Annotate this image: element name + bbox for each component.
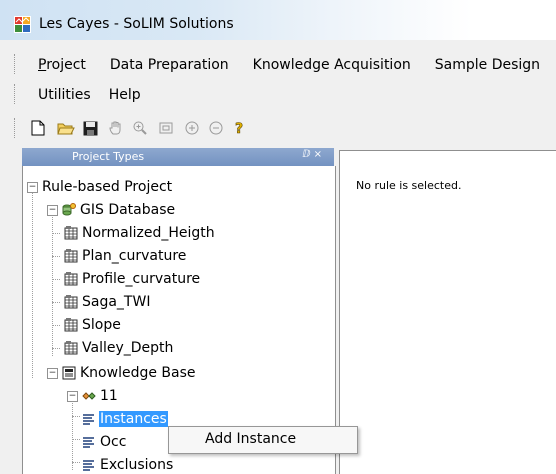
tree-node-label: Valley_Depth bbox=[82, 340, 174, 356]
tree-node-knowledge-base[interactable]: − Knowledge Base bbox=[47, 362, 197, 384]
tree-node-label: Profile_curvature bbox=[82, 271, 201, 287]
toolbar-grip[interactable] bbox=[14, 118, 18, 138]
tree-node-label: Saga_TWI bbox=[82, 294, 151, 310]
tree-line bbox=[72, 439, 80, 440]
add-instance-menu-item[interactable]: Add Instance bbox=[205, 431, 296, 447]
tree-line bbox=[52, 325, 60, 326]
project-types-header[interactable]: Project Types ⅅ × bbox=[22, 148, 334, 166]
tree-node-occurrences[interactable]: Occ bbox=[81, 431, 127, 453]
collapse-toggle-icon[interactable]: − bbox=[47, 204, 58, 216]
project-types-title: Project Types bbox=[72, 150, 145, 163]
raster-layer-icon bbox=[64, 341, 78, 355]
tree-line bbox=[72, 398, 73, 470]
tree-node-label: Occ bbox=[100, 434, 127, 450]
tree-node-layer[interactable]: Slope bbox=[63, 314, 122, 336]
menu-knowledge-acquisition[interactable]: Knowledge Acquisition bbox=[237, 54, 419, 78]
tree-node-label: GIS Database bbox=[80, 202, 176, 218]
tree-node-label: Plan_curvature bbox=[82, 248, 187, 264]
tree-node-layer[interactable]: Profile_curvature bbox=[63, 268, 201, 290]
full-extent-icon[interactable] bbox=[156, 118, 176, 138]
collapse-toggle-icon[interactable]: − bbox=[27, 181, 38, 193]
panel-pin-close-icon[interactable]: ⅅ × bbox=[302, 149, 322, 160]
menu-project-label-rest: roject bbox=[46, 57, 86, 73]
raster-layer-icon bbox=[64, 272, 78, 286]
list-icon bbox=[83, 437, 94, 448]
tree-node-label: 11 bbox=[100, 388, 118, 404]
tree-line bbox=[72, 462, 80, 463]
menu-project-mnemonic: P bbox=[38, 57, 47, 73]
tree-node-instances[interactable]: Instances bbox=[81, 408, 168, 430]
open-folder-icon[interactable] bbox=[56, 118, 76, 138]
menu-sample-design[interactable]: Sample Design bbox=[419, 54, 548, 78]
raster-layer-icon bbox=[64, 249, 78, 263]
menu-row-2: Utilities Help bbox=[22, 84, 149, 108]
tree-node-exclusions[interactable]: Exclusions bbox=[81, 454, 174, 474]
menu-row-1: Project Data Preparation Knowledge Acqui… bbox=[22, 54, 548, 78]
collapse-toggle-icon[interactable]: − bbox=[47, 367, 58, 379]
zoom-out-icon[interactable] bbox=[206, 118, 226, 138]
tree-line bbox=[52, 348, 60, 349]
svg-text:?: ? bbox=[235, 121, 243, 136]
tree-line bbox=[52, 279, 60, 280]
tree-line bbox=[52, 302, 60, 303]
new-document-icon[interactable] bbox=[28, 118, 48, 138]
gis-database-icon bbox=[62, 203, 76, 216]
knowledge-base-icon bbox=[62, 366, 76, 380]
zoom-in-icon[interactable] bbox=[182, 118, 202, 138]
tree-node-label: Exclusions bbox=[100, 457, 174, 473]
toolbar: ? bbox=[0, 114, 556, 142]
zoom-in-magnifier-icon[interactable] bbox=[130, 118, 150, 138]
tree-node-label: Slope bbox=[82, 317, 121, 333]
tree-node-label: Knowledge Base bbox=[80, 365, 196, 381]
tree-node-layer[interactable]: Normalized_Heigth bbox=[63, 222, 216, 244]
tree-line bbox=[52, 256, 60, 257]
context-menu: Add Instance bbox=[168, 426, 358, 454]
menu-utilities[interactable]: Utilities bbox=[22, 84, 99, 108]
raster-layer-icon bbox=[64, 226, 78, 240]
window-title: Les Cayes - SoLIM Solutions bbox=[39, 16, 234, 32]
tree-node-layer[interactable]: Plan_curvature bbox=[63, 245, 187, 267]
tree-node-label: Rule-based Project bbox=[42, 179, 173, 195]
menu-bar: Project Data Preparation Knowledge Acqui… bbox=[0, 40, 556, 114]
app-logo-icon bbox=[14, 16, 31, 33]
pan-hand-icon[interactable] bbox=[106, 118, 126, 138]
tree-node-gis-database[interactable]: − GIS Database bbox=[47, 199, 176, 221]
menu-grip-1[interactable] bbox=[14, 54, 18, 74]
raster-layer-icon bbox=[64, 295, 78, 309]
menu-grip-2[interactable] bbox=[14, 84, 18, 104]
title-bar[interactable]: Les Cayes - SoLIM Solutions bbox=[0, 0, 556, 40]
menu-data-preparation[interactable]: Data Preparation bbox=[94, 54, 237, 78]
tree-node-rule-based-project[interactable]: − Rule-based Project bbox=[27, 176, 173, 198]
rule-detail-panel: No rule is selected. bbox=[339, 150, 556, 474]
tree-line bbox=[72, 416, 80, 417]
list-icon bbox=[83, 414, 94, 425]
tree-node-label: Normalized_Heigth bbox=[82, 225, 215, 241]
tree-line bbox=[52, 233, 60, 234]
tree-node-rule-11[interactable]: − 11 bbox=[67, 385, 119, 407]
rule-icon bbox=[82, 392, 96, 400]
tree-node-layer[interactable]: Valley_Depth bbox=[63, 337, 174, 359]
help-icon[interactable]: ? bbox=[230, 118, 250, 138]
tree-node-layer[interactable]: Saga_TWI bbox=[63, 291, 151, 313]
no-rule-message: No rule is selected. bbox=[356, 179, 462, 192]
tree-node-label-selected: Instances bbox=[99, 411, 168, 427]
app-window: Les Cayes - SoLIM Solutions Project Data… bbox=[0, 0, 556, 474]
menu-project[interactable]: Project bbox=[22, 54, 94, 78]
collapse-toggle-icon[interactable]: − bbox=[67, 390, 78, 402]
list-icon bbox=[83, 460, 94, 471]
menu-help[interactable]: Help bbox=[99, 84, 149, 108]
raster-layer-icon bbox=[64, 318, 78, 332]
tree-line bbox=[52, 210, 53, 356]
tree-line bbox=[32, 188, 33, 378]
save-icon[interactable] bbox=[80, 118, 100, 138]
